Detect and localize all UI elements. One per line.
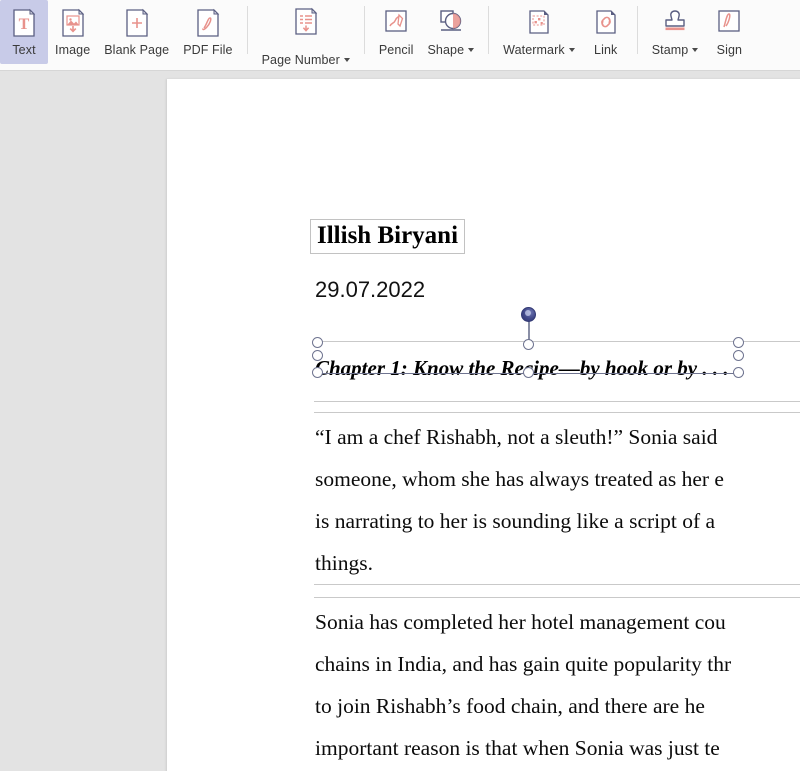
document-paragraph[interactable]: “I am a chef Rishabh, not a sleuth!” Son…	[315, 416, 800, 584]
link-chain-icon	[589, 6, 623, 40]
toolbar-label-image: Image	[55, 43, 91, 57]
document-page[interactable]: Illish Biryani 29.07.2022 Chapter 1: Kno…	[167, 79, 800, 771]
toolbar-button-watermark[interactable]: Watermark	[496, 0, 582, 64]
chevron-down-icon[interactable]	[468, 48, 475, 52]
paragraph-line: chains in India, and has gain quite popu…	[315, 652, 732, 676]
image-page-icon	[56, 6, 90, 40]
content-divider	[314, 584, 800, 585]
toolbar-label-pencil: Pencil	[378, 43, 414, 57]
document-title-box[interactable]: Illish Biryani	[310, 219, 466, 254]
document-paragraph[interactable]: Sonia has completed her hotel management…	[315, 601, 800, 769]
watermark-icon	[522, 6, 556, 40]
chevron-down-icon[interactable]	[343, 58, 350, 62]
toolbar-button-pencil[interactable]: Pencil	[372, 0, 421, 64]
toolbar-button-link[interactable]: Link	[582, 0, 630, 64]
selection-frame[interactable]	[312, 307, 744, 378]
signature-icon	[712, 6, 746, 40]
chevron-down-icon[interactable]	[568, 48, 575, 52]
content-divider	[314, 412, 800, 413]
text-t-page-icon: T	[7, 6, 41, 40]
insert-toolbar: T Text Image Blank Page PDF File Page Nu…	[0, 0, 800, 71]
paragraph-line: is narrating to her is sounding like a s…	[315, 509, 716, 533]
toolbar-label-sign: Sign	[716, 43, 743, 57]
resize-handle-top-left[interactable]	[312, 337, 323, 348]
resize-handle-middle-left[interactable]	[312, 350, 323, 361]
rotate-handle-anchor[interactable]	[523, 339, 534, 350]
toolbar-label-blank-page: Blank Page	[104, 43, 170, 57]
paragraph-line: things.	[315, 551, 373, 575]
toolbar-button-sign[interactable]: Sign	[705, 0, 753, 64]
pdf-file-icon	[191, 6, 225, 40]
toolbar-separator-3	[488, 6, 490, 54]
toolbar-separator-4	[636, 6, 638, 54]
blank-page-plus-icon	[120, 6, 154, 40]
toolbar-label-link: Link	[594, 43, 618, 57]
toolbar-label-shape: Shape	[428, 43, 475, 57]
page-number-icon	[289, 6, 323, 40]
resize-handle-bottom-right[interactable]	[733, 367, 744, 378]
toolbar-button-page-number[interactable]: Page Number	[255, 0, 357, 67]
content-divider	[314, 597, 800, 598]
toolbar-label-stamp: Stamp	[652, 43, 699, 57]
rotate-handle[interactable]	[521, 307, 536, 322]
toolbar-label-page-number: Page Number	[262, 53, 350, 67]
resize-handle-top-right[interactable]	[733, 337, 744, 348]
paragraph-line: Sonia has completed her hotel management…	[315, 610, 726, 634]
toolbar-separator-1	[246, 6, 248, 54]
document-date-text[interactable]: 29.07.2022	[315, 277, 425, 303]
resize-handle-middle-right[interactable]	[733, 350, 744, 361]
toolbar-label-pdf-file: PDF File	[183, 43, 233, 57]
toolbar-label-text: Text	[12, 43, 36, 57]
toolbar-button-blank-page[interactable]: Blank Page	[97, 0, 176, 64]
stamp-icon	[658, 6, 692, 40]
paragraph-line: important reason is that when Sonia was …	[315, 736, 720, 760]
toolbar-button-text[interactable]: T Text	[0, 0, 48, 64]
toolbar-separator-2	[363, 6, 365, 54]
rotate-handle-stem	[528, 319, 530, 340]
document-workspace[interactable]: Illish Biryani 29.07.2022 Chapter 1: Kno…	[0, 71, 800, 771]
paragraph-line: to join Rishabh’s food chain, and there …	[315, 694, 705, 718]
toolbar-button-stamp[interactable]: Stamp	[645, 0, 706, 64]
chevron-down-icon[interactable]	[692, 48, 699, 52]
pencil-icon	[379, 6, 413, 40]
shape-icon	[434, 6, 468, 40]
content-divider	[314, 401, 800, 402]
svg-text:T: T	[19, 16, 30, 33]
resize-handle-bottom-left[interactable]	[312, 367, 323, 378]
toolbar-button-pdf-file[interactable]: PDF File	[176, 0, 239, 64]
toolbar-label-watermark: Watermark	[503, 43, 575, 57]
resize-handle-bottom-center[interactable]	[523, 367, 534, 378]
paragraph-line: “I am a chef Rishabh, not a sleuth!” Son…	[315, 425, 718, 449]
toolbar-button-shape[interactable]: Shape	[421, 0, 482, 64]
toolbar-button-image[interactable]: Image	[48, 0, 97, 64]
paragraph-line: someone, whom she has always treated as …	[315, 467, 724, 491]
